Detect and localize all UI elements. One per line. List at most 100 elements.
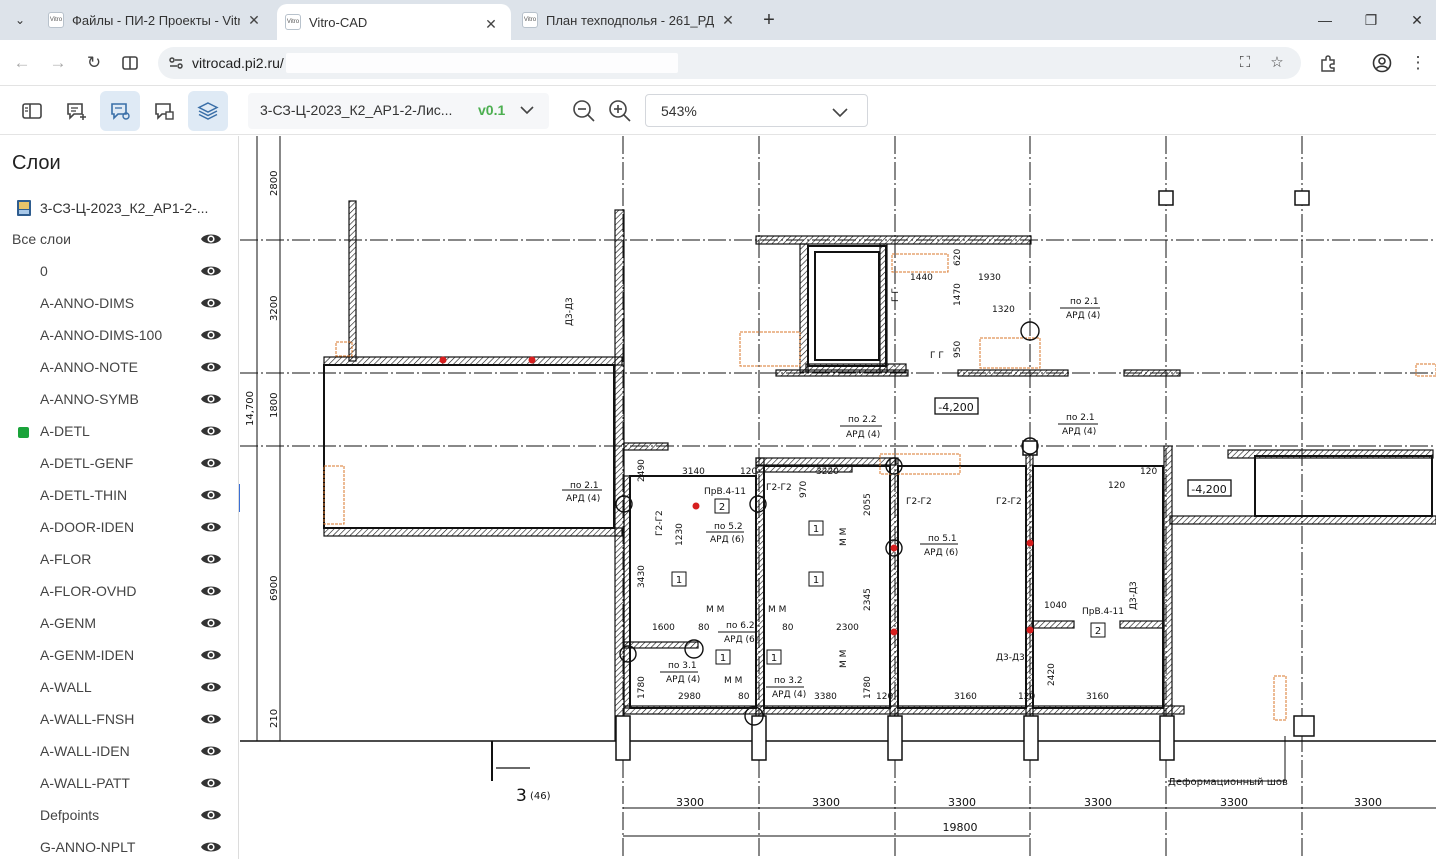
layer-row[interactable]: G-ANNO-NPLT	[0, 831, 238, 859]
svg-text:120: 120	[1140, 467, 1157, 477]
site-settings-icon[interactable]	[166, 53, 186, 73]
layer-row[interactable]: 0	[0, 255, 238, 287]
layer-row[interactable]: Defpoints	[0, 799, 238, 831]
add-comment-button[interactable]	[56, 91, 96, 131]
reload-icon[interactable]: ↻	[82, 51, 106, 75]
svg-text:1930: 1930	[978, 273, 1001, 283]
svg-text:1230: 1230	[675, 523, 685, 546]
layers-button[interactable]	[188, 91, 228, 131]
svg-text:Д3-Д3: Д3-Д3	[565, 297, 575, 326]
comment-list-button[interactable]	[144, 91, 184, 131]
level-mark-1: -4,200	[938, 401, 973, 414]
level-mark-2: -4,200	[1191, 483, 1226, 496]
eye-icon[interactable]	[200, 359, 222, 375]
zoom-value: 543%	[661, 103, 697, 119]
eye-icon[interactable]	[200, 839, 222, 855]
eye-icon[interactable]	[200, 487, 222, 503]
back-icon[interactable]: ←	[10, 51, 34, 75]
eye-icon[interactable]	[200, 519, 222, 535]
restore-icon[interactable]: ❐	[1359, 8, 1383, 32]
layer-row[interactable]: A-WALL-PATT	[0, 767, 238, 799]
layer-row[interactable]: A-WALL-IDEN	[0, 735, 238, 767]
tab-search-chevron-icon[interactable]: ⌄	[8, 8, 32, 32]
dim-left-210: 210	[269, 709, 280, 728]
comment-settings-icon	[111, 103, 130, 120]
eye-icon[interactable]	[200, 679, 222, 695]
url-suggestion-overlay	[286, 53, 678, 73]
layer-name: A-WALL-FNSH	[40, 711, 135, 727]
eye-icon[interactable]	[200, 551, 222, 567]
comment-settings-button[interactable]	[100, 91, 140, 131]
eye-icon[interactable]	[200, 615, 222, 631]
layer-row[interactable]: A-ANNO-NOTE	[0, 351, 238, 383]
layer-row[interactable]: A-DETL	[0, 415, 238, 447]
svg-text:3140: 3140	[682, 467, 705, 477]
drawing-canvas[interactable]: 2800 3200 1800 6900 210 14,700 3300 3300…	[240, 136, 1436, 859]
eye-icon[interactable]	[200, 327, 222, 343]
eye-icon[interactable]	[200, 711, 222, 727]
layer-row[interactable]: A-WALL-FNSH	[0, 703, 238, 735]
eye-icon[interactable]	[200, 647, 222, 663]
layer-row[interactable]: A-DETL-THIN	[0, 479, 238, 511]
svg-text:3430: 3430	[637, 565, 647, 588]
svg-text:Д3-Д3: Д3-Д3	[996, 653, 1025, 663]
close-tab-icon[interactable]: ✕	[246, 12, 262, 28]
eye-icon[interactable]	[200, 423, 222, 439]
layer-document-item[interactable]: 3-СЗ-Ц-2023_К2_АР1-2-...	[16, 198, 208, 218]
svg-text:120: 120	[1108, 481, 1125, 491]
extensions-icon[interactable]	[1316, 51, 1340, 75]
panel-layout-icon	[22, 103, 42, 119]
layer-row[interactable]: A-ANNO-SYMB	[0, 383, 238, 415]
close-tab-icon[interactable]: ✕	[483, 16, 499, 32]
eye-icon[interactable]	[200, 231, 222, 247]
layer-row[interactable]: A-ANNO-DIMS-100	[0, 319, 238, 351]
layer-row[interactable]: A-FLOR	[0, 543, 238, 575]
zoom-in-icon[interactable]	[608, 99, 632, 123]
layer-name: A-DOOR-IDEN	[40, 519, 135, 535]
layer-name: A-FLOR-OVHD	[40, 583, 137, 599]
layer-row[interactable]: A-GENM	[0, 607, 238, 639]
bookmark-star-icon[interactable]: ☆	[1267, 53, 1287, 73]
layer-row[interactable]: A-ANNO-DIMS	[0, 287, 238, 319]
svg-text:80: 80	[738, 692, 750, 702]
browser-tab-plan[interactable]: Vitro План техподполья - 261_РД_А ✕	[514, 0, 748, 40]
layer-row[interactable]: A-DOOR-IDEN	[0, 511, 238, 543]
translate-icon[interactable]: ⛶	[1235, 53, 1255, 73]
tab-title: План техподполья - 261_РД_А	[546, 12, 714, 28]
browser-menu-icon[interactable]: ⋮	[1406, 51, 1430, 75]
document-version-selector[interactable]: 3-СЗ-Ц-2023_К2_АР1-2-Лис... v0.1	[248, 93, 549, 129]
new-tab-icon[interactable]: +	[758, 9, 780, 31]
forward-icon[interactable]: →	[46, 51, 70, 75]
eye-icon[interactable]	[200, 807, 222, 823]
layer-row[interactable]: A-DETL-GENF	[0, 447, 238, 479]
browser-tab-files[interactable]: Vitro Файлы - ПИ-2 Проекты - Vitro ✕	[40, 0, 274, 40]
eye-icon[interactable]	[200, 583, 222, 599]
minimize-icon[interactable]: —	[1313, 8, 1337, 32]
eye-icon[interactable]	[200, 743, 222, 759]
zoom-level-select[interactable]: 543%	[645, 94, 868, 127]
eye-icon[interactable]	[200, 391, 222, 407]
dim-overall-left: 14,700	[245, 391, 256, 426]
browser-tab-vitro-cad[interactable]: Vitro Vitro-CAD ✕	[277, 4, 511, 40]
eye-icon[interactable]	[200, 775, 222, 791]
zoom-out-icon[interactable]	[572, 99, 596, 123]
section-mark: 3 (46)	[491, 741, 551, 806]
profile-avatar-icon[interactable]	[1370, 51, 1394, 75]
eye-icon[interactable]	[200, 295, 222, 311]
layer-row[interactable]: A-WALL	[0, 671, 238, 703]
eye-icon[interactable]	[200, 263, 222, 279]
close-tab-icon[interactable]: ✕	[720, 12, 736, 28]
url-omnibox[interactable]: vitrocad.pi2.ru/ ⛶ ☆	[158, 47, 1301, 79]
eye-icon[interactable]	[200, 455, 222, 471]
layer-name: A-DETL	[40, 423, 90, 439]
svg-text:Г2-Г2: Г2-Г2	[766, 483, 792, 493]
layer-row[interactable]: A-FLOR-OVHD	[0, 575, 238, 607]
split-view-icon[interactable]	[118, 51, 142, 75]
comment-add-icon	[67, 103, 86, 120]
svg-text:по 2.1: по 2.1	[1070, 297, 1099, 307]
layer-row-all[interactable]: Все слои	[0, 223, 238, 255]
layer-row[interactable]: A-GENM-IDEN	[0, 639, 238, 671]
close-window-icon[interactable]: ✕	[1405, 8, 1429, 32]
toggle-panel-button[interactable]	[12, 91, 52, 131]
svg-text:по 3.2: по 3.2	[774, 676, 803, 686]
